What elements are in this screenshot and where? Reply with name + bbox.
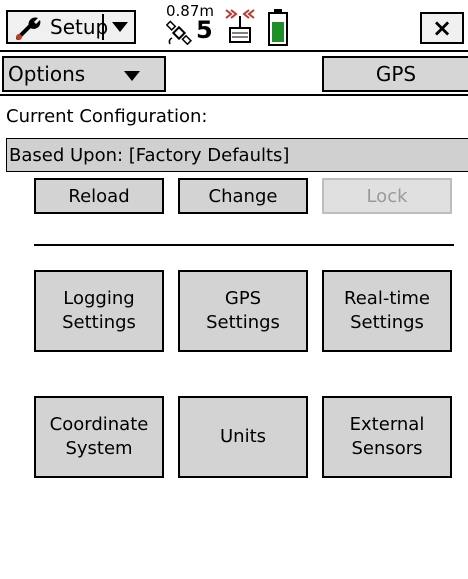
chevron-down-icon (124, 71, 140, 81)
config-heading: Current Configuration: (6, 106, 208, 127)
options-label: Options (8, 62, 86, 86)
setup-menu-button[interactable]: Setup (6, 10, 136, 44)
chevron-down-icon (112, 22, 128, 32)
divider (34, 244, 454, 246)
reload-button[interactable]: Reload (34, 178, 164, 214)
lock-button[interactable]: Lock (322, 178, 452, 214)
external-sensors-button[interactable]: External Sensors (322, 396, 452, 478)
divider (0, 94, 468, 96)
coordinate-system-button[interactable]: Coordinate System (34, 396, 164, 478)
title-bar: Setup 0.87m 5 × (0, 0, 468, 52)
setup-label: Setup (50, 15, 109, 39)
battery-icon (268, 9, 288, 46)
realtime-settings-button[interactable]: Real-time Settings (322, 270, 452, 352)
units-button[interactable]: Units (178, 396, 308, 478)
satellite-icon (166, 20, 193, 46)
setup-separator (102, 14, 104, 40)
radio-link-icon (225, 9, 255, 43)
options-menu-button[interactable]: Options (2, 56, 166, 92)
gps-button[interactable]: GPS (322, 56, 468, 92)
close-button[interactable]: × (420, 12, 464, 44)
gps-settings-button[interactable]: GPS Settings (178, 270, 308, 352)
based-upon-field: Based Upon: [Factory Defaults] (6, 138, 468, 172)
change-button[interactable]: Change (178, 178, 308, 214)
wrench-icon (16, 17, 41, 40)
logging-settings-button[interactable]: Logging Settings (34, 270, 164, 352)
satellite-count: 5 (196, 16, 213, 44)
options-row: Options GPS (0, 54, 468, 96)
